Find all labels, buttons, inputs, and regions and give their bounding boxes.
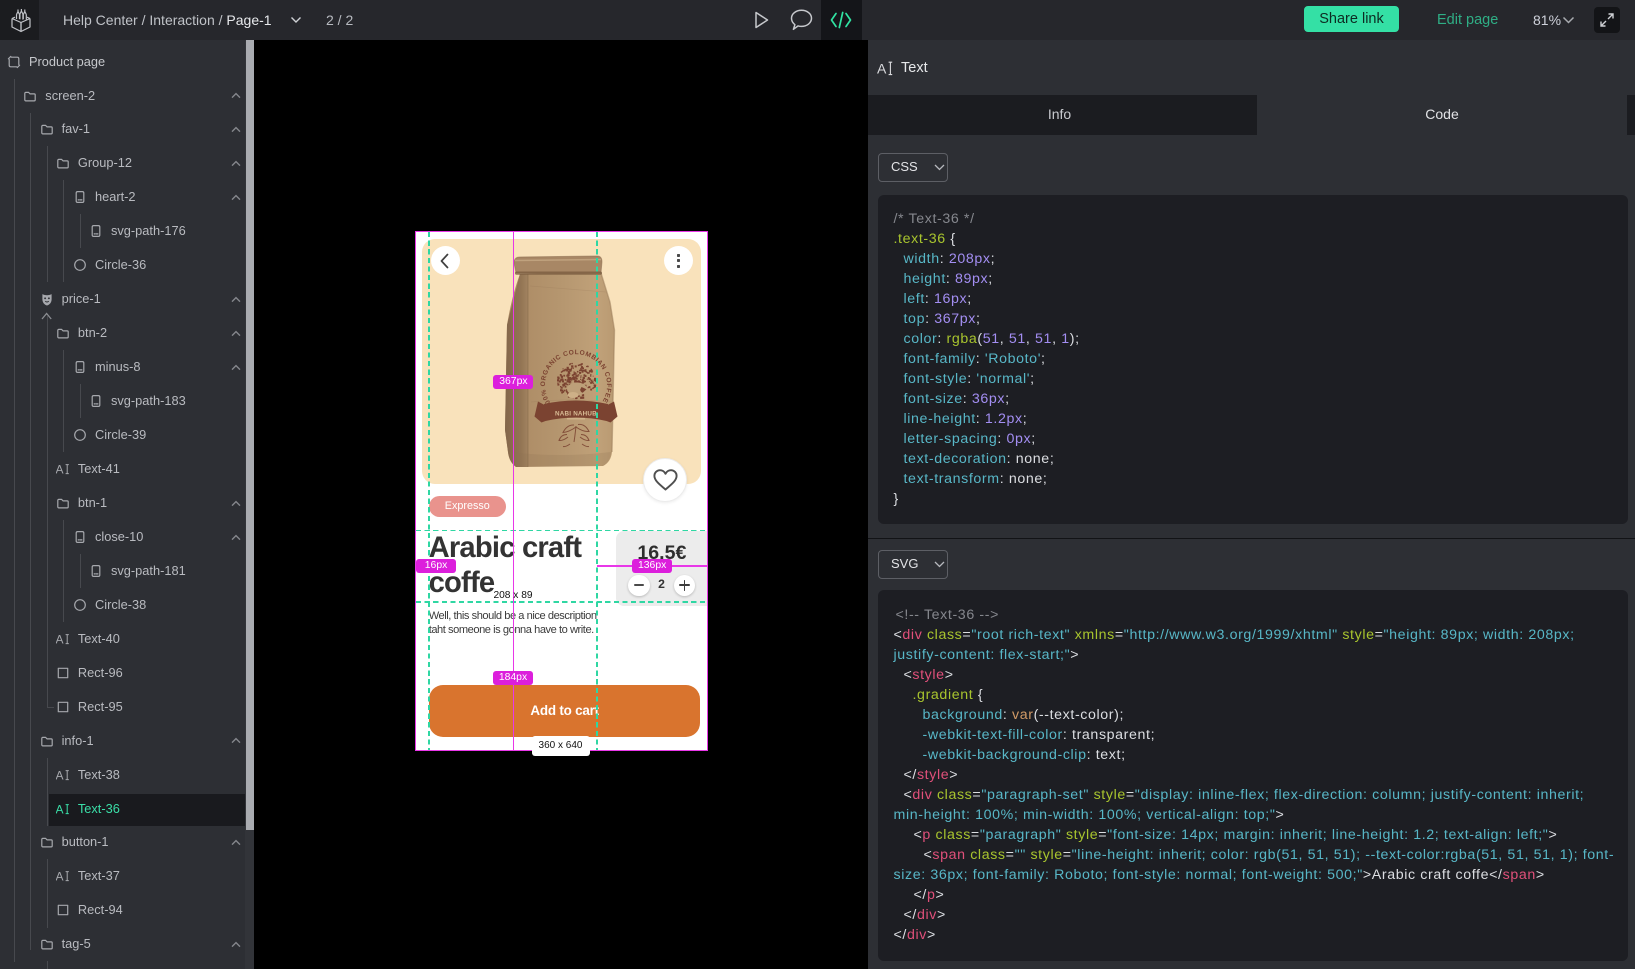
svg-text:A: A [56,802,64,815]
svg-text:A: A [56,632,64,645]
svg-text:A: A [877,61,887,77]
svg-text:A: A [56,870,64,883]
svg-text:A: A [56,768,64,781]
svg-text:NABI NAHUB: NABI NAHUB [555,411,597,418]
svg-text:A: A [56,463,64,476]
